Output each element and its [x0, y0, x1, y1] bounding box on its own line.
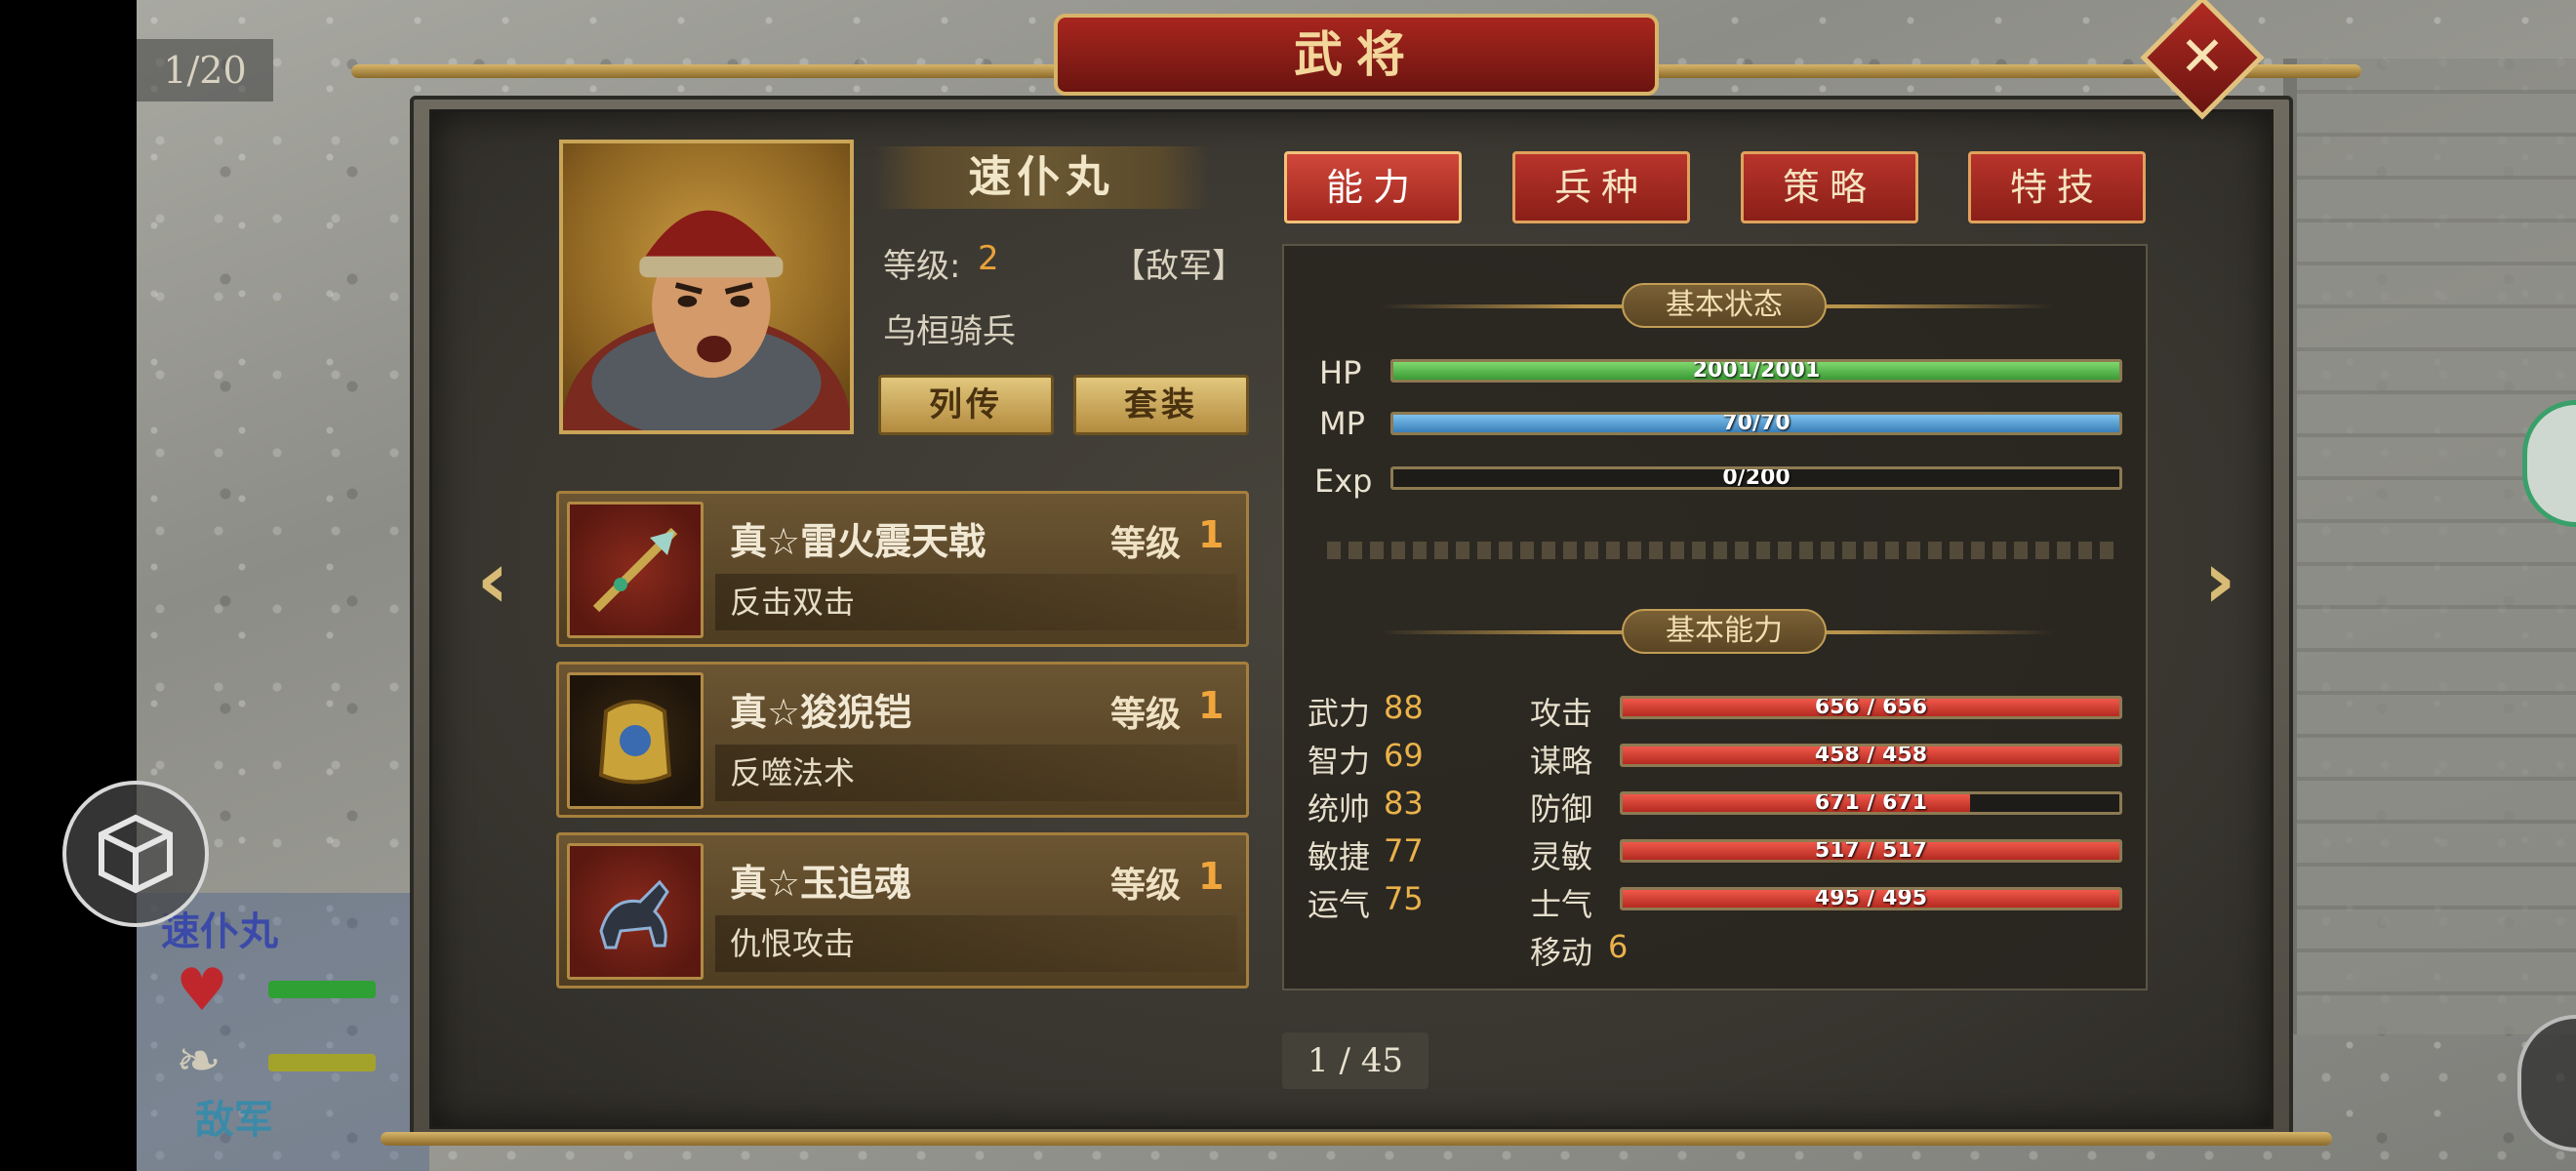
- equipment-slot-mount[interactable]: 真☆玉追魂 等级 1 仇恨攻击: [556, 832, 1249, 989]
- panel-title: 武将: [1054, 14, 1659, 96]
- attr-value: 69: [1384, 737, 1424, 774]
- close-icon: ✕: [2179, 25, 2226, 89]
- strategy-value: 458 / 458: [1814, 744, 1928, 767]
- general-name: 速仆丸: [873, 146, 1210, 209]
- attr-name: 武力: [1308, 695, 1371, 732]
- move-value: 6: [1608, 928, 1629, 965]
- tab-skill[interactable]: 特技: [1968, 151, 2146, 223]
- turn-counter: 1/20: [137, 39, 273, 101]
- equipment-level: 1: [1198, 855, 1225, 898]
- equipment-skill: 反噬法术: [715, 745, 1237, 801]
- morale-value: 495 / 495: [1814, 887, 1928, 910]
- tab-ability[interactable]: 能力: [1284, 151, 1462, 223]
- attr-name: 运气: [1308, 886, 1371, 923]
- attr-name: 统帅: [1308, 790, 1371, 828]
- mp-bar: 70/70: [1390, 412, 2122, 435]
- ornament-divider: [1327, 542, 2117, 559]
- level-label: 等级:: [883, 247, 961, 286]
- panel-bottom-rail: [381, 1132, 2332, 1146]
- attr-name: 敏捷: [1308, 838, 1371, 875]
- mp-label: MP: [1319, 405, 1365, 442]
- faction-label: 【敌军】: [1112, 247, 1245, 286]
- level-value: 2: [978, 239, 999, 278]
- feather-icon: ❧: [176, 1030, 221, 1093]
- tab-strategy[interactable]: 策略: [1741, 151, 1918, 223]
- map-button[interactable]: [62, 781, 209, 927]
- equipment-level: 1: [1198, 513, 1225, 556]
- basic-status-header: 基本状态: [1622, 283, 1827, 328]
- move-label: 移动: [1530, 934, 1593, 971]
- hp-label: HP: [1319, 354, 1362, 391]
- exp-value: 0/200: [1722, 466, 1791, 490]
- strategy-bar: 458 / 458: [1620, 744, 2122, 767]
- basic-ability-header: 基本能力: [1622, 609, 1827, 654]
- attr-value: 77: [1384, 832, 1424, 869]
- equipment-level-label: 等级: [1110, 524, 1182, 564]
- unit-type-label: 乌桓骑兵: [883, 312, 1016, 351]
- prev-general-button[interactable]: ‹: [459, 542, 527, 620]
- equipment-set-button[interactable]: 套装: [1073, 375, 1249, 435]
- equipment-skill: 反击双击: [715, 574, 1237, 630]
- hp-value: 2001/2001: [1692, 359, 1821, 383]
- combat-stat-name: 士气: [1530, 886, 1593, 923]
- general-portrait: [559, 140, 854, 434]
- combat-stat-name: 攻击: [1530, 695, 1593, 732]
- page-indicator: 1 / 45: [1282, 1032, 1429, 1089]
- unit-card-mp-bar: [268, 1054, 376, 1071]
- equipment-name: 真☆玉追魂: [730, 862, 912, 905]
- biography-button[interactable]: 列传: [878, 375, 1054, 435]
- equipment-name: 真☆狻猊铠: [730, 691, 912, 734]
- equipment-level-label: 等级: [1110, 695, 1182, 735]
- combat-stat-name: 谋略: [1530, 743, 1593, 780]
- exp-bar: 0/200: [1390, 466, 2122, 490]
- attr-name: 智力: [1308, 743, 1371, 780]
- cube-icon: [99, 814, 173, 894]
- exp-label: Exp: [1314, 463, 1373, 500]
- equipment-skill: 仇恨攻击: [715, 915, 1237, 972]
- attr-value: 75: [1384, 880, 1424, 917]
- attack-value: 656 / 656: [1814, 696, 1928, 719]
- hp-bar: 2001/2001: [1390, 359, 2122, 383]
- halberd-icon: [567, 502, 704, 638]
- heart-icon: ♥: [176, 956, 228, 1025]
- equipment-level-label: 等级: [1110, 866, 1182, 906]
- equipment-slot-weapon[interactable]: 真☆雷火震天戟 等级 1 反击双击: [556, 491, 1249, 647]
- unit-card-hp-bar: [268, 981, 376, 998]
- mp-value: 70/70: [1722, 412, 1791, 435]
- defense-bar: 671 / 671: [1620, 791, 2122, 815]
- attr-value: 83: [1384, 785, 1424, 822]
- unit-card-side: 敌军: [195, 1097, 273, 1143]
- armor-icon: [567, 672, 704, 809]
- attack-bar: 656 / 656: [1620, 696, 2122, 719]
- portrait-image: [563, 210, 850, 430]
- next-general-button[interactable]: ›: [2186, 542, 2254, 620]
- city-wall: [2283, 59, 2576, 1034]
- equipment-name: 真☆雷火震天戟: [730, 520, 986, 563]
- combat-stat-name: 灵敏: [1530, 838, 1593, 875]
- equipment-level: 1: [1198, 684, 1225, 727]
- attr-value: 88: [1384, 689, 1424, 726]
- agility-value: 517 / 517: [1814, 839, 1928, 863]
- morale-bar: 495 / 495: [1620, 887, 2122, 910]
- equipment-slot-armor[interactable]: 真☆狻猊铠 等级 1 反噬法术: [556, 662, 1249, 818]
- tab-troop[interactable]: 兵种: [1512, 151, 1690, 223]
- horse-icon: [567, 843, 704, 980]
- combat-stat-name: 防御: [1530, 790, 1593, 828]
- agility-bar: 517 / 517: [1620, 839, 2122, 863]
- defense-value: 671 / 671: [1814, 791, 1928, 815]
